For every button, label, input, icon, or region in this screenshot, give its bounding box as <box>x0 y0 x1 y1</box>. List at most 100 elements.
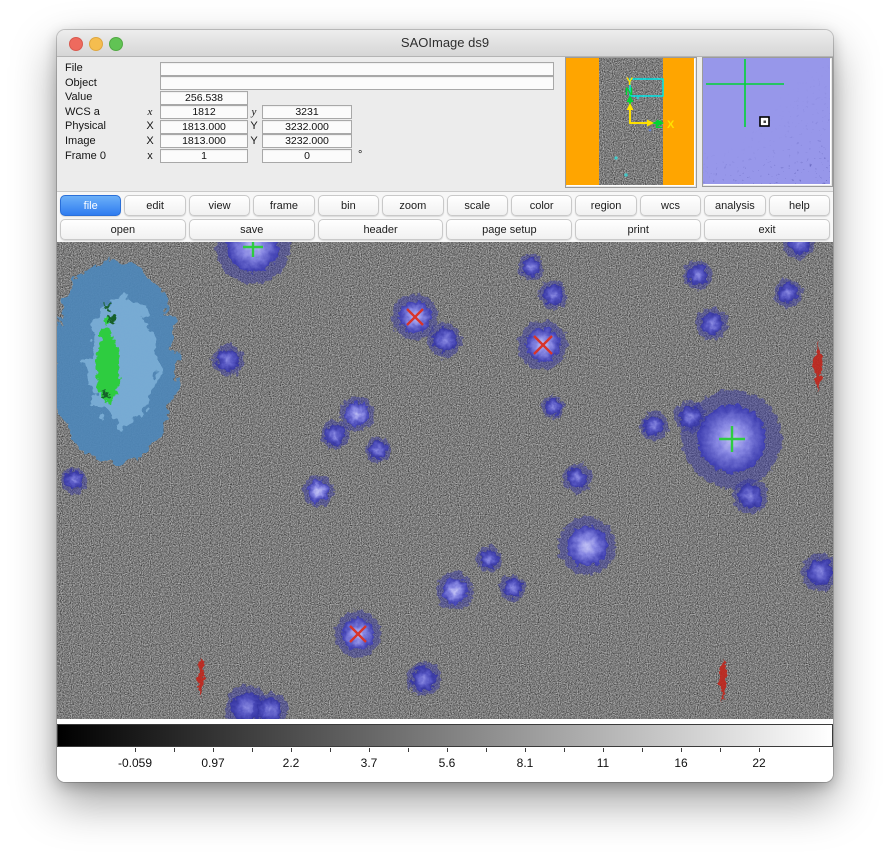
star-blob <box>436 572 474 610</box>
colorbar-tick <box>291 748 292 752</box>
menu-scale[interactable]: scale <box>447 195 508 216</box>
coordinate-readout: File Object Value 256.538 WCS a x 1812 y… <box>57 61 562 163</box>
colorbar-tick <box>603 748 604 752</box>
star-blob <box>563 464 592 493</box>
colorbar-tick <box>720 748 721 752</box>
magnifier-canvas[interactable] <box>703 58 830 184</box>
star-blob <box>61 467 87 493</box>
menu-bin[interactable]: bin <box>318 195 379 216</box>
panner[interactable]: Y N E X <box>565 57 697 188</box>
menu-frame[interactable]: frame <box>253 195 314 216</box>
menu-save[interactable]: save <box>189 219 315 240</box>
magnifier-cursor <box>760 117 769 126</box>
frame-x-label: x <box>145 150 155 162</box>
compass-n-label: N <box>625 86 633 98</box>
colorbar-tick <box>369 748 370 752</box>
colorbar-label: 0.97 <box>201 756 224 770</box>
info-panel: File Object Value 256.538 WCS a x 1812 y… <box>57 57 833 192</box>
menu-exit[interactable]: exit <box>704 219 830 240</box>
menu-wcs[interactable]: wcs <box>640 195 701 216</box>
colorbar-label: 8.1 <box>517 756 534 770</box>
physical-label: Physical <box>65 120 106 132</box>
colorbar-tick <box>564 748 565 752</box>
colorbar-tick <box>759 748 760 752</box>
wcs-x-label: x <box>145 106 155 118</box>
file-label: File <box>65 62 83 74</box>
value-label: Value <box>65 91 92 103</box>
menu-file[interactable]: file <box>60 195 121 216</box>
compass-x-label: X <box>667 119 675 131</box>
menu-region[interactable]: region <box>575 195 636 216</box>
colorbar-tick <box>681 748 682 752</box>
physical-row: Physical X 1813.000 Y 3232.000 <box>57 119 562 134</box>
physical-x-field[interactable]: 1813.000 <box>160 120 248 134</box>
menu-color[interactable]: color <box>511 195 572 216</box>
wcs-y-label: y <box>249 106 259 118</box>
star-blob <box>302 475 334 507</box>
object-label: Object <box>65 77 97 89</box>
star-blob <box>541 395 564 418</box>
object-row: Object <box>57 76 562 91</box>
star-blob <box>212 344 244 376</box>
window-title: SAOImage ds9 <box>57 35 833 50</box>
colorbar-label: 5.6 <box>439 756 456 770</box>
panner-canvas[interactable]: Y N E X <box>566 58 694 185</box>
wcs-label: WCS a <box>65 106 100 118</box>
colorbar-tick <box>252 748 253 752</box>
value-row: Value 256.538 <box>57 90 562 105</box>
colorbar-gradient[interactable] <box>57 724 833 747</box>
image-y-field[interactable]: 3232.000 <box>262 134 352 148</box>
menu-page-setup[interactable]: page setup <box>446 219 572 240</box>
star-blob <box>365 437 391 463</box>
wcs-y-field[interactable]: 3231 <box>262 105 352 119</box>
star-blob <box>321 421 350 450</box>
wcs-row: WCS a x 1812 y 3231 <box>57 105 562 120</box>
file-field[interactable] <box>160 62 554 76</box>
magnifier[interactable] <box>702 57 833 187</box>
colorbar-tick <box>330 748 331 752</box>
menu-view[interactable]: view <box>189 195 250 216</box>
colorbar-strip: -0.059 0.97 2.2 3.7 5.6 8.1 11 16 22 <box>57 719 833 782</box>
menu-open[interactable]: open <box>60 219 186 240</box>
menu-help[interactable]: help <box>769 195 830 216</box>
star-blob <box>674 401 706 433</box>
desktop: SAOImage ds9 File Object Value 256.538 W… <box>0 0 889 862</box>
menu-zoom[interactable]: zoom <box>382 195 443 216</box>
ds9-window: SAOImage ds9 File Object Value 256.538 W… <box>57 30 833 782</box>
colorbar-tick <box>408 748 409 752</box>
star-blob <box>774 279 803 308</box>
star-blob <box>558 517 616 575</box>
colorbar-label: 3.7 <box>361 756 378 770</box>
colorbar-label: 16 <box>674 756 687 770</box>
menu-strip: file edit view frame bin zoom scale colo… <box>57 192 833 242</box>
physical-y-label: Y <box>249 120 259 132</box>
star-blob <box>476 546 502 572</box>
titlebar[interactable]: SAOImage ds9 <box>57 30 833 57</box>
wcs-x-field[interactable]: 1812 <box>160 105 248 119</box>
frame-zoom-field[interactable]: 1 <box>160 149 248 163</box>
image-frame[interactable] <box>57 242 833 719</box>
object-field[interactable] <box>160 76 554 90</box>
colorbar-label: -0.059 <box>118 756 152 770</box>
physical-x-label: X <box>145 120 155 132</box>
menu-row-2: open save header page setup print exit <box>57 219 833 240</box>
menu-print[interactable]: print <box>575 219 701 240</box>
star-field[interactable] <box>57 242 833 719</box>
value-field[interactable]: 256.538 <box>160 91 248 105</box>
frame-rotation-field[interactable]: 0 <box>262 149 352 163</box>
file-row: File <box>57 61 562 76</box>
physical-y-field[interactable]: 3232.000 <box>262 120 352 134</box>
colorbar-tick <box>174 748 175 752</box>
image-x-label: X <box>145 135 155 147</box>
star-blob <box>733 479 768 514</box>
image-x-field[interactable]: 1813.000 <box>160 134 248 148</box>
menu-analysis[interactable]: analysis <box>704 195 765 216</box>
frame-row: Frame 0 x 1 0 ° <box>57 149 562 164</box>
menu-header[interactable]: header <box>318 219 444 240</box>
colorbar-tick <box>135 748 136 752</box>
image-row: Image X 1813.000 Y 3232.000 <box>57 134 562 149</box>
colorbar-label: 22 <box>752 756 765 770</box>
colorbar-tick <box>525 748 526 752</box>
menu-edit[interactable]: edit <box>124 195 185 216</box>
menu-row-1: file edit view frame bin zoom scale colo… <box>57 195 833 216</box>
